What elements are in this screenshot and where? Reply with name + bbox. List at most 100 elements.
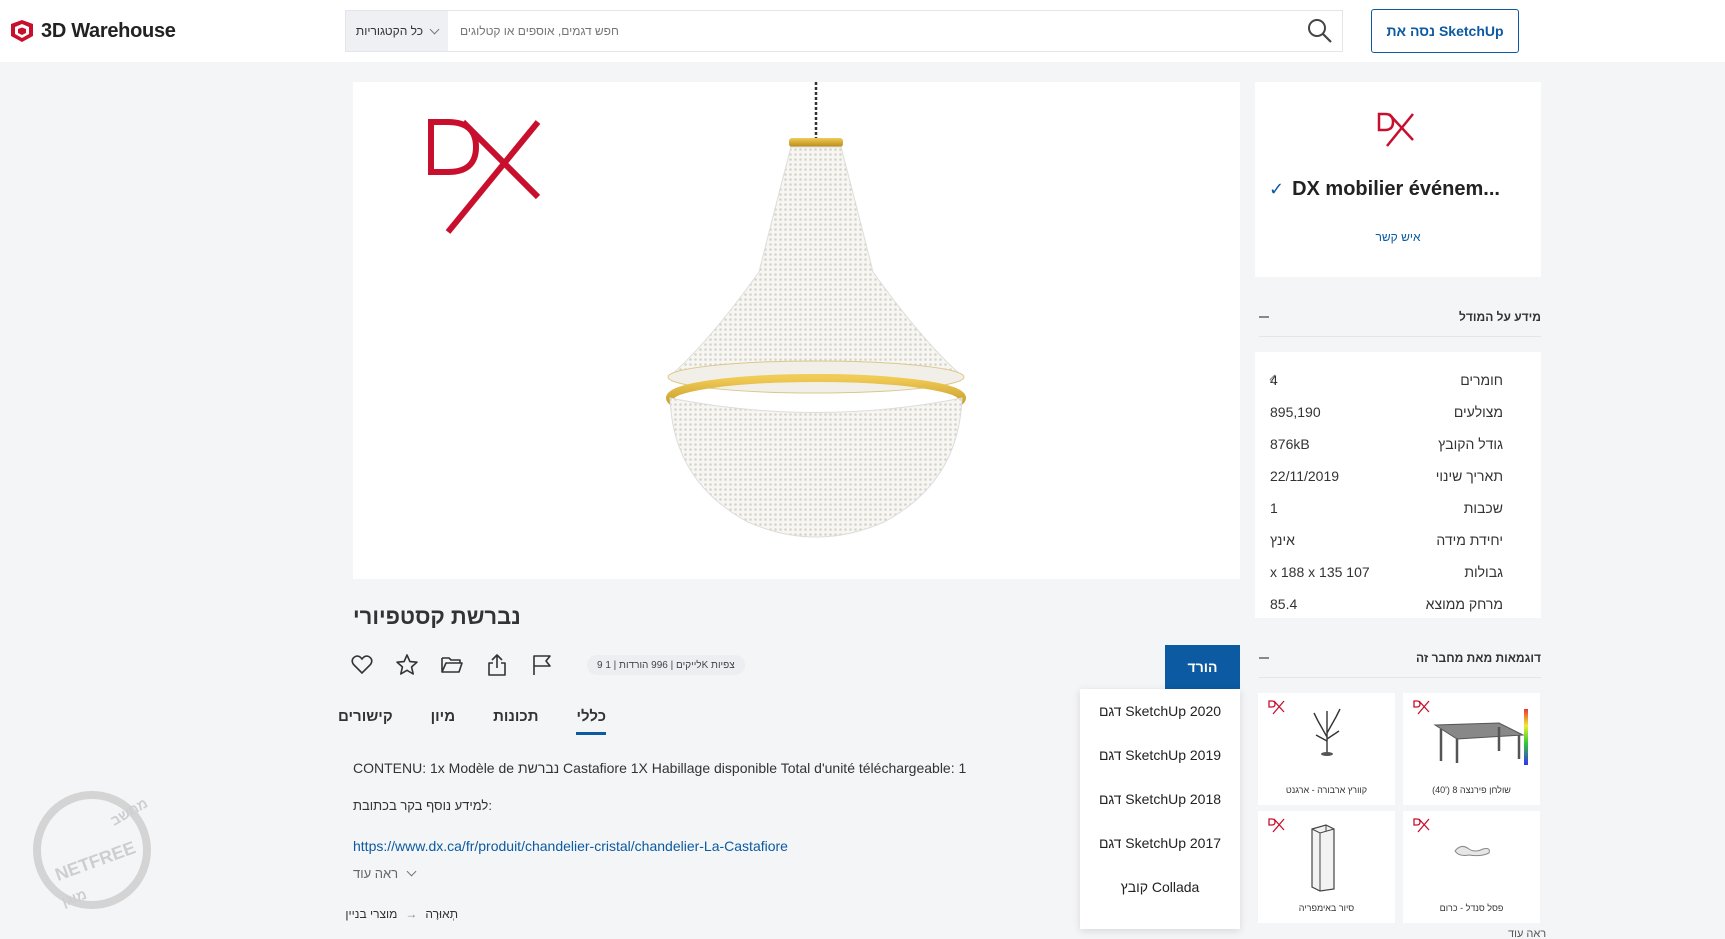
model-info-heading: מידע על המודל xyxy=(1459,310,1541,324)
warehouse-logo[interactable]: 3D Warehouse xyxy=(8,18,176,44)
info-value: 107 x 188 x 135 xyxy=(1270,564,1370,580)
breadcrumb: תְאוּרָה → מוצרי בניין xyxy=(345,907,458,921)
info-value: 85.4 xyxy=(1270,596,1298,612)
heart-icon xyxy=(351,655,373,675)
info-row-origin-distance: מרחק ממוצא 85.4 xyxy=(1255,588,1541,620)
search-bar: כל הקטגוריות xyxy=(345,10,1343,52)
see-more-author-models[interactable]: ראה עוד xyxy=(1508,928,1546,939)
model-actions: צפיות Kלייקים | 996 הורדות | 1 9 xyxy=(350,653,745,677)
author-name[interactable]: ✓ DX mobilier événem... xyxy=(1269,178,1500,201)
model-info-card: חומרים 4 מצולעים 895,190 גודל הקובץ 876k… xyxy=(1255,352,1541,618)
try-sketchup-button[interactable]: נסה את SketchUp xyxy=(1371,9,1519,53)
like-button[interactable] xyxy=(350,653,374,677)
info-label: חומרים xyxy=(1460,372,1503,388)
author-models-header[interactable]: דוגמאות מאת מחבר זה xyxy=(1259,651,1541,678)
info-value: 22/11/2019 xyxy=(1270,468,1340,484)
model-thumbnail xyxy=(1454,845,1490,857)
download-button[interactable]: הורד xyxy=(1165,645,1240,689)
download-menu: דגם SketchUp 2020 דגם SketchUp 2019 דגם … xyxy=(1080,689,1240,929)
dx-logo-icon xyxy=(1268,700,1285,715)
collapse-icon xyxy=(1259,657,1269,659)
share-icon xyxy=(488,654,506,676)
report-button[interactable] xyxy=(530,653,554,677)
search-button[interactable] xyxy=(1298,11,1342,51)
see-more-description[interactable]: ראה עוד xyxy=(353,866,417,881)
flag-icon xyxy=(533,655,551,675)
collapse-icon xyxy=(1259,316,1269,318)
contact-link[interactable]: איש קשר xyxy=(1255,230,1541,244)
dx-logo-icon xyxy=(1268,818,1285,833)
breadcrumb-lighting[interactable]: תְאוּרָה xyxy=(425,907,458,921)
download-option-sketchup-2018[interactable]: דגם SketchUp 2018 xyxy=(1080,777,1240,821)
author-model-caption: סיור באימפריה xyxy=(1298,903,1355,913)
info-value: 1 xyxy=(1270,500,1278,516)
model-thumbnail xyxy=(1313,708,1341,756)
info-row-file-size: גודל הקובץ 876kB xyxy=(1255,428,1541,460)
author-logo[interactable] xyxy=(1375,108,1417,150)
dx-logo-icon xyxy=(1413,818,1430,833)
info-label: מצולעים xyxy=(1453,404,1503,420)
download-option-sketchup-2020[interactable]: דגם SketchUp 2020 xyxy=(1080,689,1240,733)
info-label: יחידת מידה xyxy=(1436,532,1503,548)
model-thumbnail xyxy=(1433,709,1528,765)
info-value: 4 xyxy=(1270,372,1278,388)
logo-text: 3D Warehouse xyxy=(41,19,176,42)
author-model-card[interactable]: פסל סנדל - כרום xyxy=(1403,811,1540,923)
tab-sort[interactable]: מיון xyxy=(431,708,455,735)
favorite-button[interactable] xyxy=(395,653,419,677)
search-input[interactable] xyxy=(448,11,1298,51)
download-option-collada[interactable]: קובץ Collada xyxy=(1080,865,1240,909)
author-models-heading: דוגמאות מאת מחבר זה xyxy=(1416,651,1541,665)
chandelier-preview xyxy=(428,82,966,538)
author-model-caption: שולחן פירנצה 8 ('40) xyxy=(1432,785,1511,795)
author-model-caption: קוורץ ארבורה - ארגנט xyxy=(1285,785,1368,795)
arrow-icon: → xyxy=(405,907,418,921)
model-tabs: כללי תכונות מיון קישורים xyxy=(338,708,606,735)
top-header: 3D Warehouse כל הקטגוריות נסה את SketchU… xyxy=(0,0,1725,62)
chevron-down-icon xyxy=(406,866,417,877)
chevron-down-icon xyxy=(429,24,440,34)
info-row-modified-date: תאריך שינוי 22/11/2019 xyxy=(1255,460,1541,492)
breadcrumb-building-products[interactable]: מוצרי בניין xyxy=(345,907,397,921)
info-value: 895,190 xyxy=(1270,404,1321,420)
product-link[interactable]: https://www.dx.ca/fr/produit/chandelier-… xyxy=(353,838,788,854)
tab-links[interactable]: קישורים xyxy=(338,708,393,735)
model-viewer[interactable] xyxy=(353,82,1240,579)
info-label: גודל הקובץ xyxy=(1438,436,1503,452)
info-row-bounds: גבולות 107 x 188 x 135 xyxy=(1255,556,1541,588)
model-thumbnail xyxy=(1311,824,1335,892)
info-value: אינץ xyxy=(1270,532,1295,548)
watermark-middle-text: NETFREE xyxy=(52,837,138,885)
verified-check-icon: ✓ xyxy=(1269,179,1285,199)
dx-logo xyxy=(428,119,541,234)
tab-properties[interactable]: תכונות xyxy=(493,708,538,735)
info-value: 876kB xyxy=(1270,436,1310,452)
tab-general[interactable]: כללי xyxy=(576,708,606,735)
see-more-label: ראה עוד xyxy=(353,866,399,881)
model-info-header[interactable]: מידע על המודל xyxy=(1259,310,1541,337)
download-option-sketchup-2019[interactable]: דגם SketchUp 2019 xyxy=(1080,733,1240,777)
add-to-collection-button[interactable] xyxy=(440,653,464,677)
category-label: כל הקטגוריות xyxy=(355,24,424,38)
author-model-card[interactable]: שולחן פירנצה 8 ('40) xyxy=(1403,693,1540,805)
download-option-sketchup-2017[interactable]: דגם SketchUp 2017 xyxy=(1080,821,1240,865)
share-button[interactable] xyxy=(485,653,509,677)
info-label: תאריך שינוי xyxy=(1435,468,1503,484)
dx-logo-icon xyxy=(1413,700,1430,715)
more-info-label: למידע נוסף בקר בכתובת: xyxy=(353,798,492,813)
info-row-polygons: מצולעים 895,190 xyxy=(1255,396,1541,428)
info-row-layers: שכבות 1 xyxy=(1255,492,1541,524)
author-name-text: DX mobilier événem... xyxy=(1292,178,1500,200)
category-dropdown[interactable]: כל הקטגוריות xyxy=(346,11,448,51)
info-label: שכבות xyxy=(1463,500,1503,516)
info-row-units: יחידת מידה אינץ xyxy=(1255,524,1541,556)
author-card: ✓ DX mobilier événem... איש קשר xyxy=(1255,82,1541,277)
search-icon xyxy=(1308,19,1332,43)
info-row-materials[interactable]: חומרים 4 xyxy=(1255,364,1541,396)
info-label: גבולות xyxy=(1464,564,1503,580)
model-description: CONTENU: 1x Modèle de נברשת Castafiore 1… xyxy=(353,760,967,776)
author-model-card[interactable]: קוורץ ארבורה - ארגנט xyxy=(1258,693,1395,805)
author-model-card[interactable]: סיור באימפריה xyxy=(1258,811,1395,923)
netfree-watermark: מחשב NETFREE מוגן xyxy=(33,791,151,910)
star-icon xyxy=(396,654,418,675)
